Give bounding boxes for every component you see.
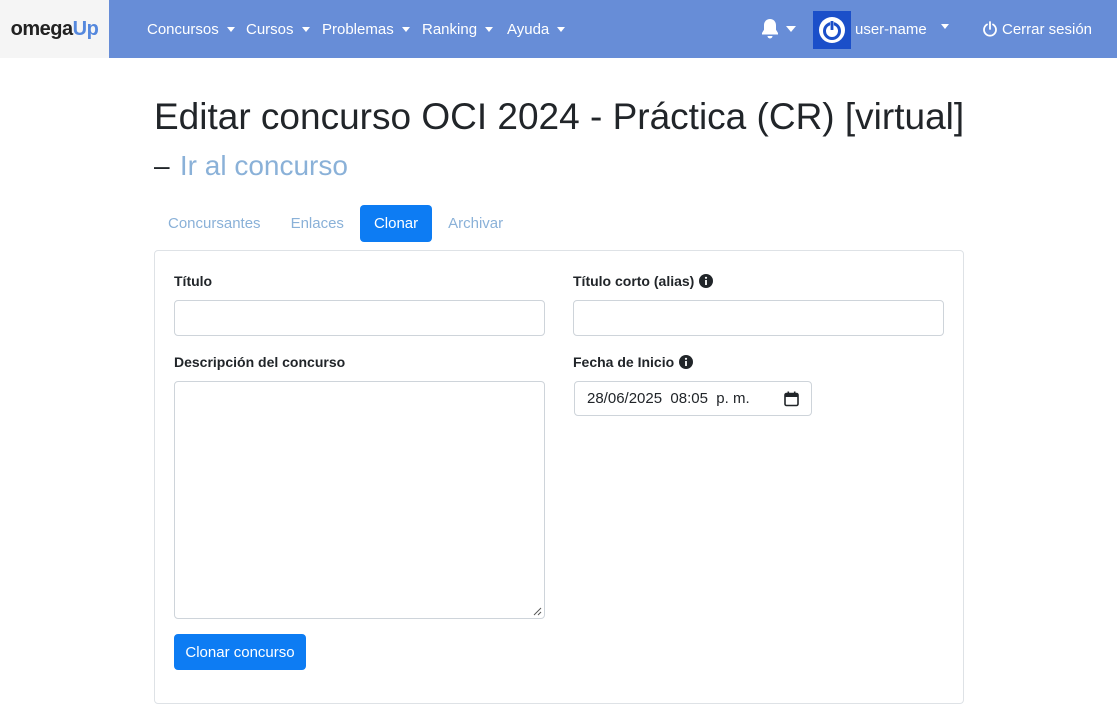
logo-text-omega: omega (10, 17, 73, 40)
avatar[interactable] (813, 11, 851, 49)
nav-ranking[interactable]: Ranking (422, 0, 494, 58)
calendar-icon[interactable] (784, 391, 799, 407)
nav-cursos-label: Cursos (246, 20, 294, 38)
start-date-label-text: Fecha de Inicio (573, 354, 675, 370)
title-input[interactable] (174, 300, 545, 336)
logout-label: Cerrar sesión (1002, 20, 1093, 38)
start-date-input[interactable]: 28/06/2025 08:05 p. m. (574, 381, 812, 416)
user-menu[interactable]: user-name (855, 0, 949, 58)
title-separator: – (154, 150, 170, 181)
tab-enlaces[interactable]: Enlaces (277, 205, 358, 242)
notifications-button[interactable] (760, 17, 800, 41)
title-label-text: Título (174, 273, 213, 289)
title-label: Título (174, 273, 212, 289)
goto-contest-link[interactable]: Ir al concurso (180, 150, 348, 181)
nav-problemas[interactable]: Problemas (322, 0, 410, 58)
nav-cursos[interactable]: Cursos (246, 0, 310, 58)
tab-archivar[interactable]: Archivar (434, 205, 517, 242)
nav-ranking-label: Ranking (422, 20, 478, 38)
chevron-down-icon (485, 26, 494, 32)
start-date-label: Fecha de Inicio (573, 354, 694, 370)
chevron-down-icon (401, 26, 410, 32)
clone-contest-button[interactable]: Clonar concurso (174, 634, 306, 670)
edit-tabs: Concursantes Enlaces Clonar Archivar (154, 205, 519, 243)
nav-concursos[interactable]: Concursos (147, 0, 235, 58)
chevron-down-icon (301, 26, 310, 32)
description-label-text: Descripción del concurso (174, 354, 346, 370)
tab-concursantes[interactable]: Concursantes (154, 205, 275, 242)
nav-ayuda-label: Ayuda (507, 20, 550, 38)
logout-button[interactable]: Cerrar sesión (982, 0, 1092, 58)
top-navbar: omega Up Concursos Cursos Problemas Ranki… (0, 0, 1117, 58)
contest-title: Editar concurso OCI 2024 - Práctica (CR)… (154, 96, 965, 137)
clone-form-card: Título Título corto (alias) Descripción … (154, 250, 964, 704)
username-label: user-name (855, 20, 927, 38)
description-textarea[interactable] (174, 381, 545, 619)
nav-ayuda[interactable]: Ayuda (507, 0, 566, 58)
nav-problemas-label: Problemas (322, 20, 394, 38)
start-date-value: 28/06/2025 08:05 p. m. (587, 390, 750, 407)
user-avatar-icon (819, 17, 845, 43)
omegaup-logo[interactable]: omega Up (0, 0, 109, 58)
logo-text-up: Up (72, 17, 99, 40)
alias-label-text: Título corto (alias) (573, 273, 695, 289)
page-title: Editar concurso OCI 2024 - Práctica (CR)… (154, 94, 974, 189)
nav-concursos-label: Concursos (147, 20, 219, 38)
bell-icon (762, 19, 778, 39)
chevron-down-icon (226, 26, 235, 32)
info-icon[interactable] (699, 274, 714, 288)
description-label: Descripción del concurso (174, 354, 345, 370)
power-icon (983, 21, 997, 37)
alias-input[interactable] (573, 300, 944, 336)
resize-handle-icon[interactable] (532, 606, 542, 616)
alias-label: Título corto (alias) (573, 273, 714, 289)
tab-clonar[interactable]: Clonar (359, 205, 433, 242)
info-icon[interactable] (679, 355, 694, 369)
chevron-down-icon (940, 23, 949, 29)
chevron-down-icon (786, 26, 796, 32)
chevron-down-icon (557, 26, 566, 32)
